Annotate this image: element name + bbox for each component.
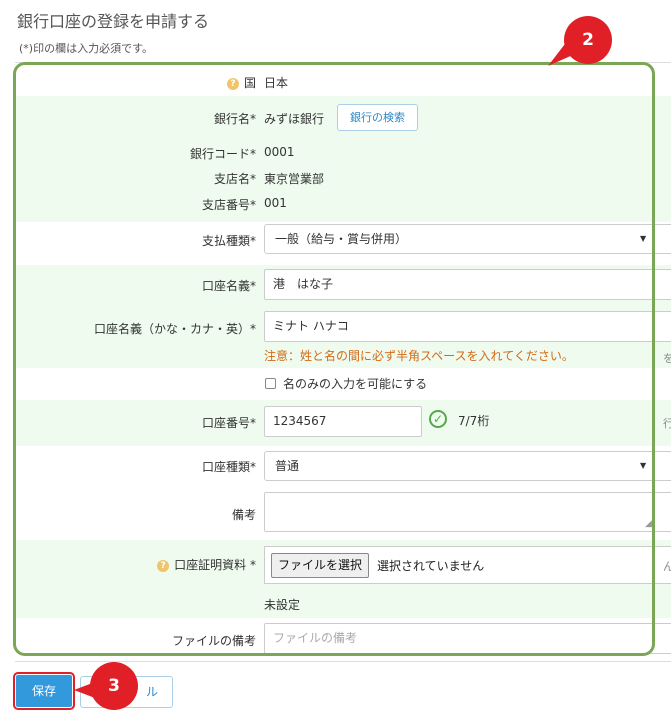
country-label: ? 国 xyxy=(226,74,256,91)
row-branch-name: 支店名* 東京営業部 xyxy=(15,167,671,192)
save-button[interactable]: 保存 xyxy=(13,672,75,710)
country-value: 日本 xyxy=(264,76,289,90)
file-input[interactable]: ファイルを選択 選択されていません xyxy=(264,546,671,584)
bank-code-value: 0001 xyxy=(264,145,295,159)
proof-document-label-text: 口座証明資料 * xyxy=(174,558,256,572)
payment-type-label: 支払種類* xyxy=(201,234,256,248)
branch-name-value: 東京営業部 xyxy=(264,172,325,186)
account-holder-kana-label: 口座名義（かな・カナ・英）* xyxy=(93,322,256,336)
branch-number-label: 支店番号* xyxy=(201,198,256,212)
file-status: 選択されていません xyxy=(377,559,485,573)
row-name-only: 名のみの入力を可能にする xyxy=(15,368,671,400)
step-marker-3: 3 xyxy=(90,662,138,710)
account-type-value: 普通 xyxy=(275,459,300,473)
row-branch-number: 支店番号* 001 xyxy=(15,192,671,222)
help-icon[interactable]: ? xyxy=(157,559,170,572)
help-icon[interactable]: ? xyxy=(226,77,239,90)
file-remarks-input[interactable]: ファイルの備考 xyxy=(264,623,671,654)
row-account-holder: 口座名義* 港 はな子 xyxy=(15,265,671,308)
name-only-label: 名のみの入力を可能にする xyxy=(283,377,428,391)
row-account-holder-kana: 口座名義（かな・カナ・英）* ミナト ハナコ 注意：姓と名の間に必ず半角スペース… xyxy=(15,308,671,368)
country-label-text: 国 xyxy=(243,76,256,90)
account-type-select[interactable]: 普通 ▼ xyxy=(264,451,671,481)
digit-count: 7/7桁 xyxy=(458,414,490,428)
account-holder-input[interactable]: 港 はな子 xyxy=(264,269,671,300)
row-bank-code: 銀行コード* 0001 xyxy=(15,142,671,167)
payment-type-value: 一般（給与・賞与併用） xyxy=(275,232,408,246)
branch-name-label: 支店名* xyxy=(213,172,256,186)
row-payment-type: 支払種類* 一般（給与・賞与併用） ▼ xyxy=(15,222,671,265)
clipped-text: 行 xyxy=(663,417,671,430)
divider xyxy=(15,62,671,63)
row-account-type: 口座種類* 普通 ▼ xyxy=(15,446,671,488)
account-number-label: 口座番号* xyxy=(201,416,256,430)
remarks-label: 備考 xyxy=(231,508,256,522)
account-number-input[interactable]: 1234567 xyxy=(264,406,422,437)
bank-code-label: 銀行コード* xyxy=(189,147,256,161)
row-bank-name: 銀行名* みずほ銀行 銀行の検索 xyxy=(15,96,671,142)
proof-state: 未設定 xyxy=(264,598,301,612)
bank-account-form: ? 国 日本 銀行名* みずほ銀行 銀行の検索 銀行コード* 0001 支店名* … xyxy=(15,64,671,658)
row-remarks: 備考 ◢ xyxy=(15,488,671,540)
check-circle-icon: ✓ xyxy=(429,410,447,428)
name-only-checkbox[interactable] xyxy=(265,378,276,389)
account-holder-label: 口座名義* xyxy=(201,279,256,293)
bank-name-label: 銀行名* xyxy=(213,112,256,126)
step-marker-2: 2 xyxy=(564,16,612,64)
bank-search-button[interactable]: 銀行の検索 xyxy=(337,104,418,131)
account-holder-kana-input[interactable]: ミナト ハナコ xyxy=(264,311,671,342)
remarks-textarea[interactable]: ◢ xyxy=(264,492,671,532)
clipped-text: ん xyxy=(663,560,671,573)
clipped-text: を xyxy=(663,352,671,365)
branch-number-value: 001 xyxy=(264,196,287,210)
bank-name-value: みずほ銀行 xyxy=(264,112,325,126)
row-proof-state: 未設定 xyxy=(15,588,671,618)
row-file-remarks: ファイルの備考 ファイルの備考 xyxy=(15,618,671,658)
row-account-number: 口座番号* 1234567 ✓ 7/7桁 xyxy=(15,400,671,446)
choose-file-button[interactable]: ファイルを選択 xyxy=(271,553,370,578)
chevron-down-icon: ▼ xyxy=(640,461,647,470)
file-remarks-label: ファイルの備考 xyxy=(171,634,256,648)
account-type-label: 口座種類* xyxy=(201,460,256,474)
required-note: (*)印の欄は入力必須です。 xyxy=(19,42,153,55)
row-proof-document: ? 口座証明資料 * ファイルを選択 選択されていません xyxy=(15,540,671,588)
chevron-down-icon: ▼ xyxy=(640,234,647,243)
proof-document-label: ? 口座証明資料 * xyxy=(157,556,256,573)
resize-handle-icon[interactable]: ◢ xyxy=(645,519,652,529)
page-title: 銀行口座の登録を申請する xyxy=(17,12,210,31)
space-warning: 注意：姓と名の間に必ず半角スペースを入れてください。 xyxy=(264,349,574,363)
row-country: ? 国 日本 xyxy=(15,64,671,96)
payment-type-select[interactable]: 一般（給与・賞与併用） ▼ xyxy=(264,224,671,254)
